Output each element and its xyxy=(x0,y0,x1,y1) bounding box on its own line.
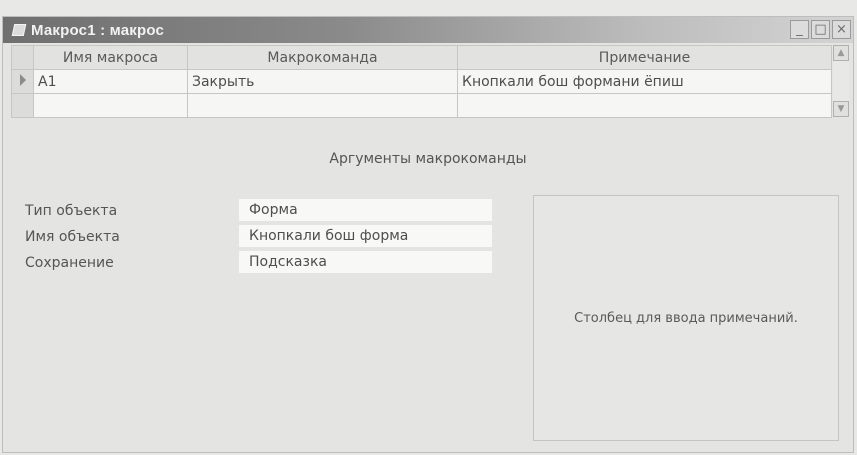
arg-label-object-type: Тип объекта xyxy=(25,203,118,219)
title-bar[interactable]: Макрос1 : макрос _ □ × xyxy=(3,17,853,43)
cell-comment[interactable]: Кнопкали бош формани ёпиш xyxy=(457,69,832,94)
macro-table: Имя макроса Макрокоманда Примечание A1 З… xyxy=(11,45,832,118)
arg-label-save: Сохранение xyxy=(25,255,114,271)
macro-grid: Имя макроса Макрокоманда Примечание A1 З… xyxy=(11,45,849,145)
table-row[interactable] xyxy=(11,93,832,118)
arg-field-object-type[interactable]: Форма xyxy=(239,199,492,221)
arg-label-object-name: Имя объекта xyxy=(25,229,120,245)
window-controls: _ □ × xyxy=(790,20,851,39)
maximize-button[interactable]: □ xyxy=(811,20,830,39)
column-header-action[interactable]: Макрокоманда xyxy=(187,45,458,70)
row-selector-header[interactable] xyxy=(11,45,34,70)
arg-field-object-name[interactable]: Кнопкали бош форма xyxy=(239,225,492,247)
close-button[interactable]: × xyxy=(832,20,851,39)
cell-action[interactable]: Закрыть xyxy=(187,69,458,94)
macro-window: Макрос1 : макрос _ □ × Имя макроса Макро… xyxy=(2,16,854,453)
row-selector[interactable] xyxy=(11,93,34,118)
header-row: Имя макроса Макрокоманда Примечание xyxy=(11,45,832,70)
current-row-icon xyxy=(19,73,26,86)
cell-macro-name[interactable]: A1 xyxy=(33,69,188,94)
scroll-up-button[interactable]: ▲ xyxy=(833,45,849,61)
hint-text: Столбец для ввода примечаний. xyxy=(574,310,798,326)
hint-panel: Столбец для ввода примечаний. xyxy=(533,195,839,441)
cell-action[interactable] xyxy=(187,93,458,118)
window-title: Макрос1 : макрос xyxy=(31,21,165,39)
column-header-comment[interactable]: Примечание xyxy=(457,45,832,70)
arguments-header: Аргументы макрокоманды xyxy=(329,151,527,167)
minimize-button[interactable]: _ xyxy=(790,20,809,39)
column-header-macro-name[interactable]: Имя макроса xyxy=(33,45,188,70)
cell-comment[interactable] xyxy=(457,93,832,118)
row-selector[interactable] xyxy=(11,69,34,94)
vertical-scrollbar[interactable]: ▲ ▼ xyxy=(833,45,849,117)
scroll-down-button[interactable]: ▼ xyxy=(833,101,849,117)
macro-icon xyxy=(11,24,27,36)
table-row[interactable]: A1 Закрыть Кнопкали бош формани ёпиш xyxy=(11,69,832,94)
arg-field-save[interactable]: Подсказка xyxy=(239,251,492,273)
cell-macro-name[interactable] xyxy=(33,93,188,118)
